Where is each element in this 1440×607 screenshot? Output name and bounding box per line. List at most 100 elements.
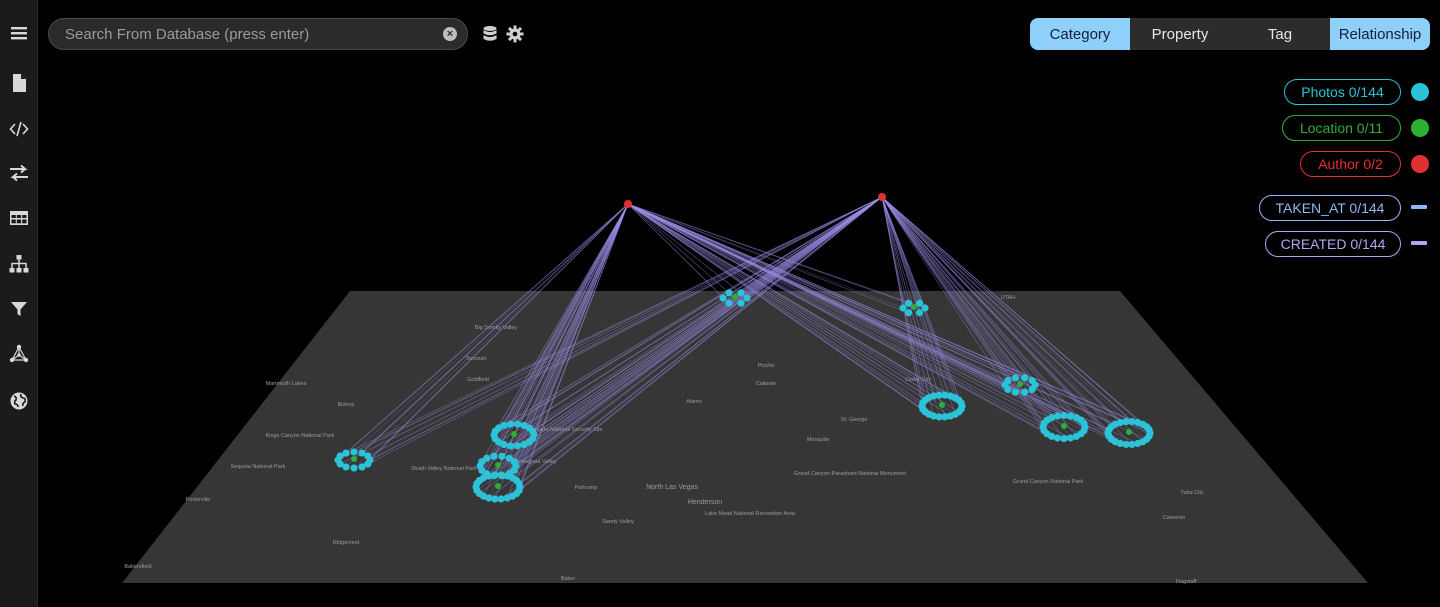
photo-node[interactable] bbox=[510, 458, 518, 466]
photo-node[interactable] bbox=[506, 442, 515, 450]
map-label: Bishop bbox=[338, 402, 355, 408]
photo-node[interactable] bbox=[358, 463, 366, 471]
map-label: Goldfield bbox=[467, 377, 489, 383]
map-label: Mesquite bbox=[807, 437, 829, 443]
photo-node[interactable] bbox=[904, 299, 913, 307]
photo-node[interactable] bbox=[491, 471, 499, 479]
map-label: UTAH bbox=[1001, 295, 1016, 301]
location-node[interactable] bbox=[495, 462, 501, 468]
map-label: Caliente bbox=[756, 381, 776, 387]
location-node[interactable] bbox=[351, 456, 357, 462]
photo-node[interactable] bbox=[497, 471, 505, 479]
map-label: Grand Canyon-Parashant National Monument bbox=[794, 471, 906, 477]
globe-icon[interactable] bbox=[0, 386, 38, 416]
graph-nodes-icon[interactable] bbox=[0, 339, 38, 369]
photo-node[interactable] bbox=[1053, 412, 1062, 420]
map-label: Baker bbox=[561, 576, 576, 582]
author-node[interactable] bbox=[878, 193, 886, 201]
created-edge bbox=[740, 196, 883, 294]
photo-node[interactable] bbox=[1021, 374, 1029, 382]
photo-node[interactable] bbox=[737, 289, 745, 297]
photo-node[interactable] bbox=[1028, 376, 1036, 385]
photo-node[interactable] bbox=[490, 452, 498, 460]
photo-node[interactable] bbox=[904, 309, 913, 317]
photo-node[interactable] bbox=[1060, 411, 1068, 420]
photo-node[interactable] bbox=[529, 427, 537, 435]
hamburger-menu-icon[interactable] bbox=[0, 18, 38, 48]
photo-node[interactable] bbox=[1011, 374, 1019, 382]
map-label: Sequoia National Park bbox=[231, 464, 286, 470]
photo-node[interactable] bbox=[921, 304, 929, 312]
map-label: Alamo bbox=[686, 399, 702, 405]
author-node[interactable] bbox=[624, 200, 632, 208]
photo-node[interactable] bbox=[957, 399, 965, 407]
photo-node[interactable] bbox=[483, 454, 491, 462]
photo-node[interactable] bbox=[498, 452, 506, 460]
location-node[interactable] bbox=[511, 431, 517, 437]
photo-node[interactable] bbox=[725, 299, 733, 307]
filter-icon[interactable] bbox=[0, 294, 38, 324]
photo-node[interactable] bbox=[743, 294, 751, 302]
photo-node[interactable] bbox=[485, 472, 493, 480]
file-icon[interactable] bbox=[0, 68, 38, 98]
map-label: Lake Mead National Recreation Area bbox=[705, 511, 796, 517]
location-node[interactable] bbox=[1126, 429, 1132, 435]
map-label: Kings Canyon National Park bbox=[266, 433, 335, 439]
photo-node[interactable] bbox=[1004, 376, 1012, 385]
map-label: Sandy Valley bbox=[602, 519, 634, 525]
photo-node[interactable] bbox=[497, 495, 505, 503]
map-label: Henderson bbox=[688, 499, 722, 506]
photo-node[interactable] bbox=[915, 299, 924, 307]
sitemap-icon[interactable] bbox=[0, 249, 38, 279]
photo-node[interactable] bbox=[342, 449, 350, 457]
location-node[interactable] bbox=[495, 483, 501, 489]
photo-node[interactable] bbox=[1021, 388, 1029, 396]
photo-node[interactable] bbox=[1145, 426, 1153, 434]
map-label: Flagstaff bbox=[1176, 579, 1197, 585]
photo-node[interactable] bbox=[491, 495, 499, 503]
photo-node[interactable] bbox=[899, 304, 907, 312]
location-node[interactable] bbox=[732, 294, 738, 300]
photo-node[interactable] bbox=[513, 442, 522, 450]
map-label: Porterville bbox=[186, 497, 210, 503]
photo-node[interactable] bbox=[350, 448, 358, 456]
location-node[interactable] bbox=[911, 304, 917, 310]
photo-node[interactable] bbox=[503, 494, 511, 502]
map-label: Death Valley National Park bbox=[411, 466, 477, 472]
map-label: Mammoth Lakes bbox=[266, 381, 307, 387]
map-label: Ridgecrest bbox=[333, 540, 360, 546]
location-node[interactable] bbox=[939, 402, 945, 408]
photo-node[interactable] bbox=[515, 479, 523, 488]
code-icon[interactable] bbox=[0, 114, 38, 144]
photo-node[interactable] bbox=[506, 420, 515, 428]
photo-node[interactable] bbox=[364, 452, 372, 460]
map-label: Pioche bbox=[758, 363, 775, 369]
location-node[interactable] bbox=[1017, 381, 1023, 387]
map-label: Cameron bbox=[1163, 515, 1186, 521]
photo-node[interactable] bbox=[1066, 434, 1075, 442]
photo-node[interactable] bbox=[513, 420, 522, 428]
photo-node[interactable] bbox=[737, 299, 745, 307]
photo-node[interactable] bbox=[350, 464, 358, 472]
taken-at-edge bbox=[627, 203, 724, 299]
photo-node[interactable] bbox=[1080, 419, 1088, 428]
sidebar bbox=[0, 0, 38, 607]
map-label: Bakersfield bbox=[124, 564, 151, 570]
photo-node[interactable] bbox=[520, 440, 528, 449]
graph-map-canvas[interactable]: Big Smoky Valley Kings Canyon National Pa… bbox=[38, 0, 1440, 607]
photo-node[interactable] bbox=[719, 294, 727, 302]
table-icon[interactable] bbox=[0, 203, 38, 233]
photo-node[interactable] bbox=[1028, 385, 1036, 394]
photo-node[interactable] bbox=[500, 421, 508, 430]
map-label: Pahrump bbox=[575, 485, 597, 491]
photo-node[interactable] bbox=[725, 289, 733, 297]
map-label: Tonopah bbox=[465, 356, 486, 362]
photo-node[interactable] bbox=[1011, 388, 1019, 396]
map-label: Big Smoky Valley bbox=[475, 325, 518, 331]
photo-node[interactable] bbox=[1060, 434, 1068, 443]
arrows-exchange-icon[interactable] bbox=[0, 158, 38, 188]
photo-node[interactable] bbox=[915, 309, 924, 317]
location-node[interactable] bbox=[1061, 423, 1067, 429]
map-label: St. George bbox=[841, 417, 868, 423]
map-label: North Las Vegas bbox=[646, 484, 698, 491]
